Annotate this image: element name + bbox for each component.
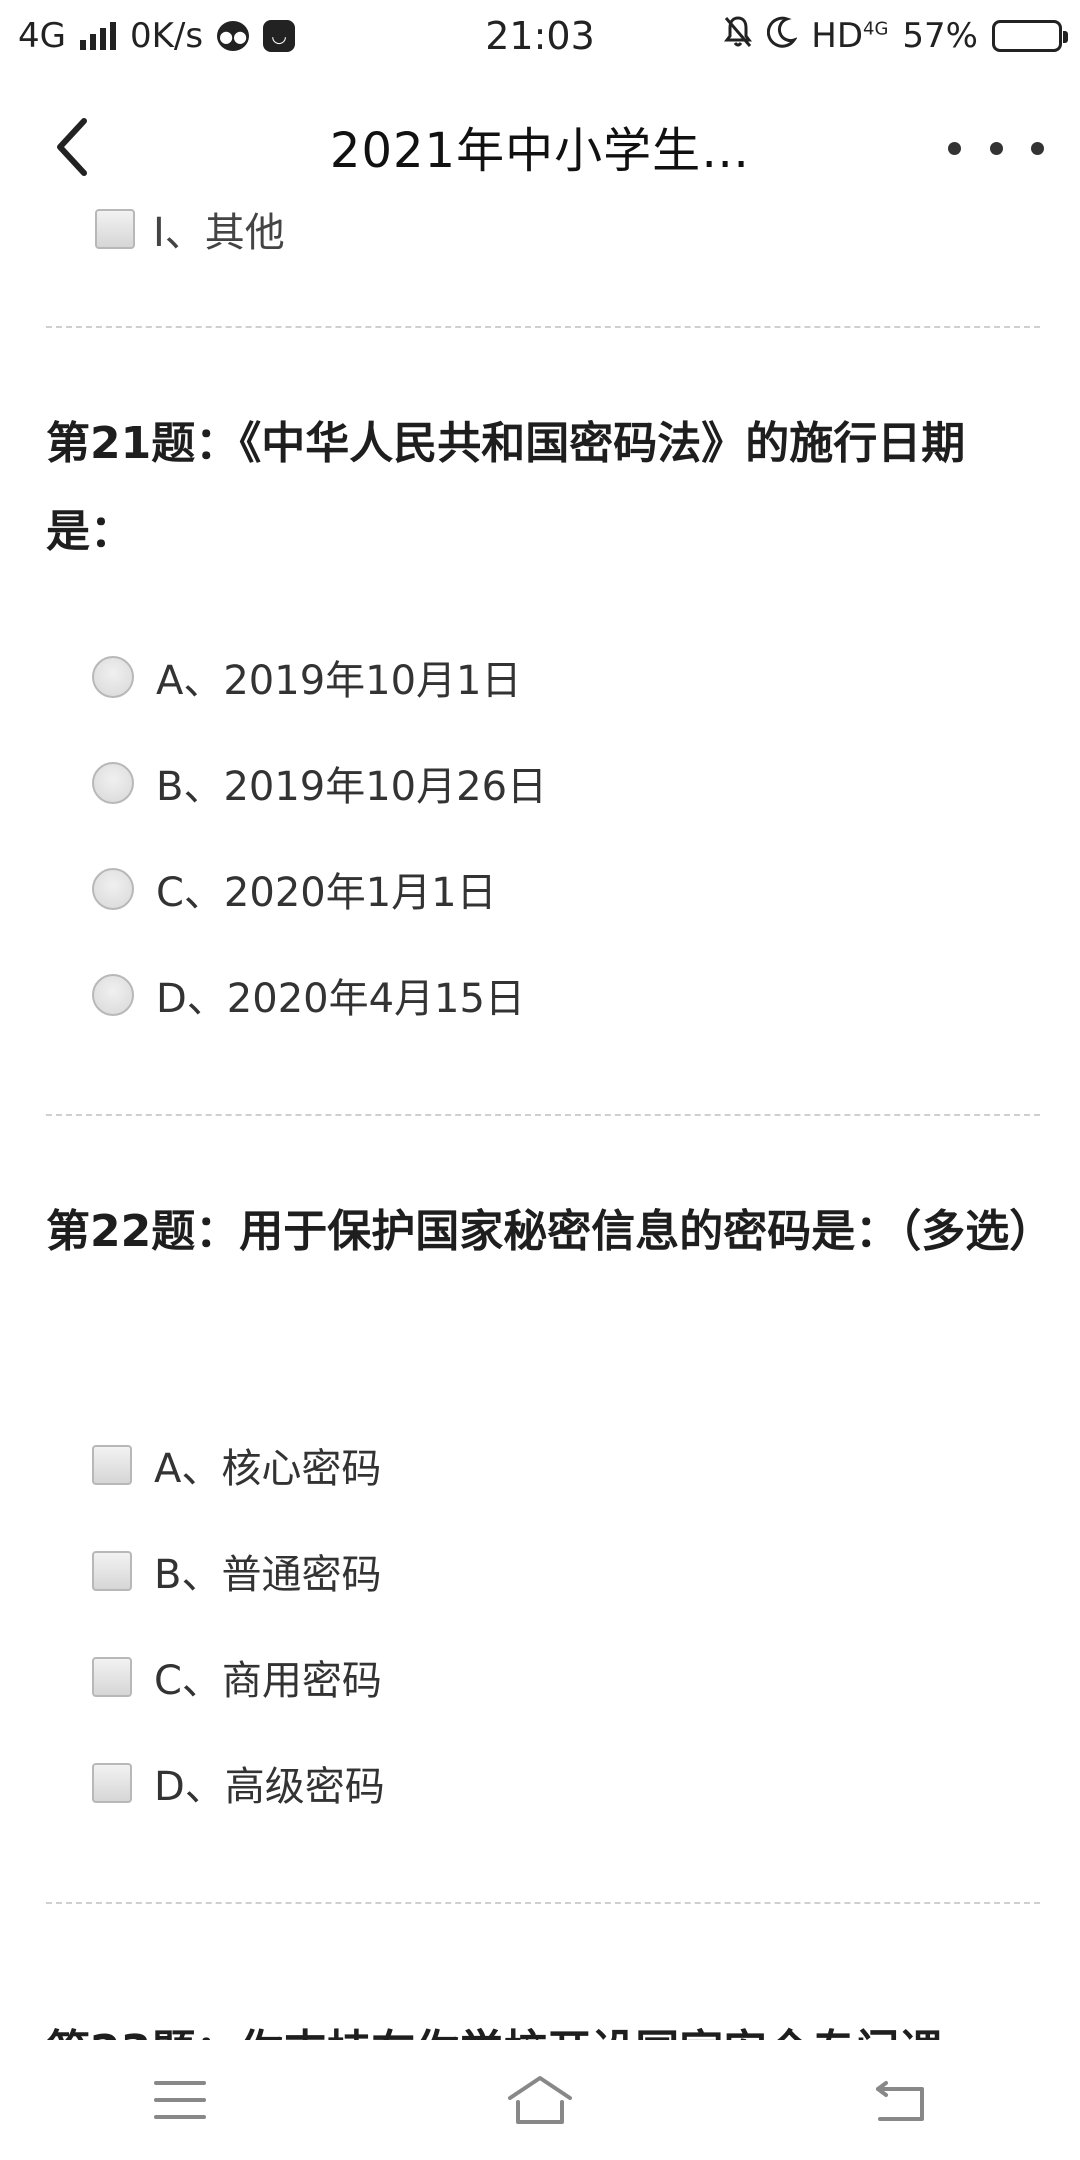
option-label: B、普通密码 [154, 1552, 382, 1598]
option-21-c[interactable]: C、2020年1月1日 [92, 860, 497, 918]
checkbox[interactable] [92, 1657, 132, 1697]
menu-button[interactable] [135, 2065, 225, 2135]
wechat-icon: ●● [217, 21, 250, 51]
radio-button[interactable] [92, 762, 134, 804]
screen: 4G 0K/s ●● ◡ 21:03 HD4G 57% 2021年中小学生… I… [0, 0, 1080, 2160]
hd-indicator: HD4G [811, 16, 889, 56]
option-label: A、核心密码 [154, 1446, 382, 1492]
option-21-d[interactable]: D、2020年4月15日 [92, 966, 525, 1024]
more-dot [989, 141, 1003, 155]
radio-button[interactable] [92, 974, 134, 1016]
status-left: 4G 0K/s ●● ◡ [18, 16, 296, 56]
more-button[interactable] [948, 128, 1044, 168]
option-label: D、高级密码 [154, 1764, 385, 1810]
option-label: C、2020年1月1日 [156, 870, 497, 916]
radio-button[interactable] [92, 868, 134, 910]
signal-icon [79, 22, 116, 50]
return-button[interactable] [855, 2065, 945, 2135]
more-dot [1031, 141, 1044, 155]
checkbox[interactable] [92, 1763, 132, 1803]
battery-percent: 57% [902, 16, 978, 56]
question-21-text: 第21题：《中华人民共和国密码法》的施行日期是： [46, 418, 966, 557]
checkbox[interactable] [92, 1551, 132, 1591]
moon-icon [767, 16, 798, 57]
option-label: C、商用密码 [154, 1658, 382, 1704]
option-label: I、其他 [153, 210, 285, 256]
divider [46, 1902, 1040, 1904]
system-nav-bar [0, 2040, 1080, 2160]
option-22-c[interactable]: C、商用密码 [92, 1648, 382, 1706]
status-bar: 4G 0K/s ●● ◡ 21:03 HD4G 57% [0, 0, 1080, 72]
shopping-bag-icon: ◡ [263, 20, 296, 52]
network-type: 4G [18, 16, 66, 56]
option-22-d[interactable]: D、高级密码 [92, 1754, 385, 1812]
home-icon [508, 2076, 572, 2124]
option-label: A、2019年10月1日 [156, 658, 522, 704]
previous-option[interactable]: I、其他 [95, 200, 285, 258]
menu-icon [154, 2081, 206, 2119]
divider [46, 1114, 1040, 1116]
option-22-b[interactable]: B、普通密码 [92, 1542, 381, 1600]
network-speed: 0K/s [129, 16, 204, 56]
mute-icon [723, 15, 753, 58]
option-label: B、2019年10月26日 [156, 764, 548, 810]
option-22-a[interactable]: A、核心密码 [92, 1436, 381, 1494]
divider [46, 326, 1040, 328]
option-21-a[interactable]: A、2019年10月1日 [92, 648, 522, 706]
more-dot [948, 141, 961, 155]
return-icon [876, 2081, 924, 2121]
checkbox[interactable] [92, 1445, 132, 1485]
status-right: HD4G 57% [723, 15, 1068, 58]
radio-button[interactable] [92, 656, 134, 698]
home-button[interactable] [495, 2065, 585, 2135]
question-list: I、其他 第21题：《中华人民共和国密码法》的施行日期是： A、2019年10月… [0, 170, 1080, 2050]
chevron-left-icon [57, 118, 87, 176]
option-21-b[interactable]: B、2019年10月26日 [92, 754, 547, 812]
battery-icon [992, 20, 1068, 52]
option-label: D、2020年4月15日 [156, 976, 525, 1022]
question-22-text: 第22题：用于保护国家秘密信息的密码是：（多选） [46, 1206, 1054, 1257]
checkbox[interactable] [95, 209, 135, 249]
